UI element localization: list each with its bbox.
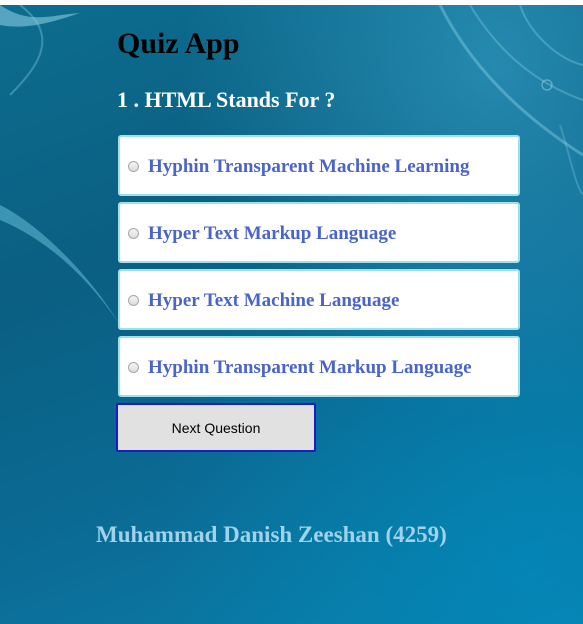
radio-button-2[interactable] [128,228,139,239]
answer-option-1[interactable]: Hyphin Transparent Machine Learning [118,135,520,196]
question-text: 1 . HTML Stands For ? [117,87,336,112]
answer-option-4[interactable]: Hyphin Transparent Markup Language [118,336,520,397]
author-credit: Muhammad Danish Zeeshan (4259) [96,522,447,547]
answer-option-label: Hyphin Transparent Markup Language [148,357,472,378]
radio-button-1[interactable] [128,161,139,172]
radio-button-3[interactable] [128,295,139,306]
answer-option-label: Hyper Text Machine Language [148,290,400,311]
answer-option-label: Hyper Text Markup Language [148,223,397,244]
radio-button-4[interactable] [128,362,139,373]
next-question-button[interactable]: Next Question [116,403,316,452]
app-title: Quiz App [117,27,240,60]
answer-option-3[interactable]: Hyper Text Machine Language [118,269,520,330]
answer-option-label: Hyphin Transparent Machine Learning [148,156,470,177]
quiz-container: Quiz App 1 . HTML Stands For ? Hyphin Tr… [0,5,583,624]
answer-option-2[interactable]: Hyper Text Markup Language [118,202,520,263]
